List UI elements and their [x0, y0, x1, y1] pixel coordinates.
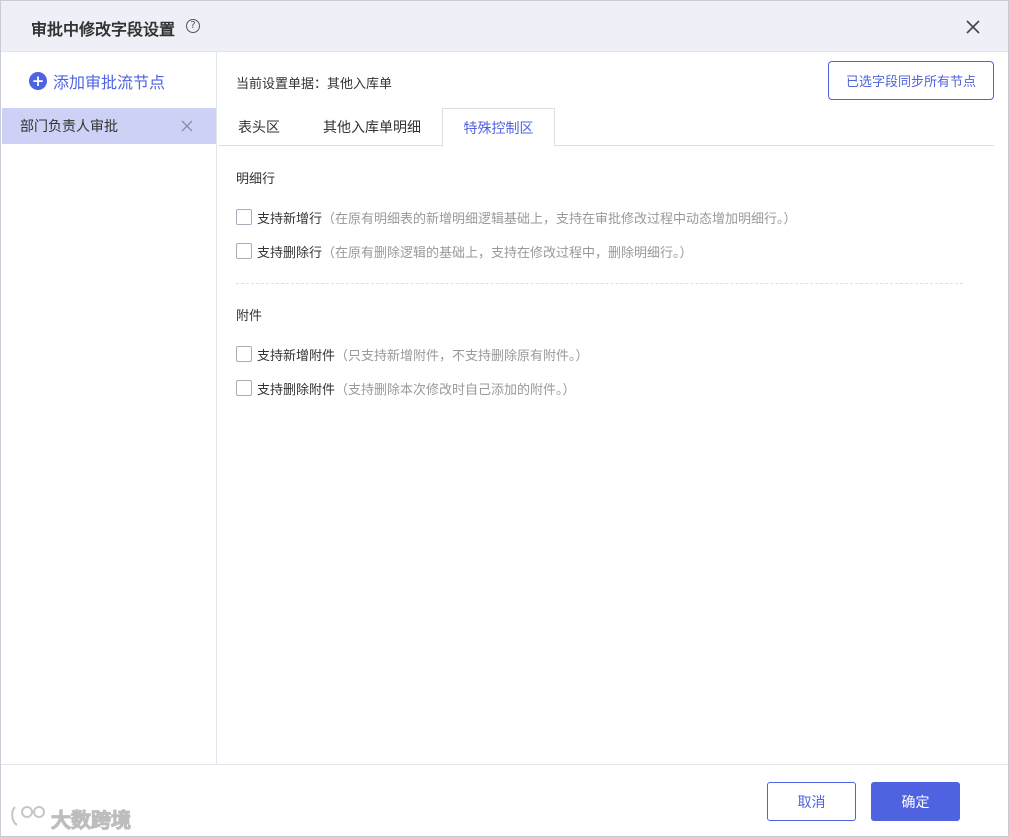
- tab-special-control[interactable]: 特殊控制区: [442, 108, 555, 147]
- option-label[interactable]: 支持删除行: [257, 242, 322, 261]
- sync-all-nodes-button[interactable]: 已选字段同步所有节点: [828, 61, 994, 100]
- option-add-row[interactable]: 支持新增行 （在原有明细表的新增明细逻辑基础上，支持在审批修改过程中动态增加明细…: [236, 208, 797, 227]
- watermark: 大数跨境: [9, 803, 132, 833]
- option-label[interactable]: 支持新增行: [257, 208, 322, 227]
- tab-header-area[interactable]: 表头区: [226, 108, 292, 146]
- checkbox[interactable]: [236, 243, 252, 259]
- dialog-footer: 取消 确定: [1, 764, 1008, 836]
- section-divider: [236, 283, 963, 284]
- main-panel: 当前设置单据：其他入库单 已选字段同步所有节点 表头区 其他入库单明细 特殊控制…: [218, 52, 1008, 764]
- checkbox[interactable]: [236, 346, 252, 362]
- logo-icon: [9, 803, 47, 833]
- add-node-label: 添加审批流节点: [53, 73, 166, 92]
- sidebar-node-item[interactable]: 部门负责人审批: [2, 108, 216, 144]
- option-delete-attachment[interactable]: 支持删除附件 （支持删除本次修改时自己添加的附件。）: [236, 379, 576, 398]
- plus-circle-icon: +: [29, 72, 47, 90]
- current-doc-label: 当前设置单据：其他入库单: [236, 77, 393, 92]
- tab-detail[interactable]: 其他入库单明细: [306, 108, 438, 146]
- confirm-button[interactable]: 确定: [871, 782, 960, 821]
- option-hint: （只支持新增附件，不支持删除原有附件。）: [335, 348, 589, 364]
- option-label[interactable]: 支持新增附件: [257, 345, 335, 364]
- add-node-button[interactable]: + 添加审批流节点: [29, 70, 165, 92]
- option-delete-row[interactable]: 支持删除行 （在原有删除逻辑的基础上，支持在修改过程中，删除明细行。）: [236, 242, 693, 261]
- option-label[interactable]: 支持删除附件: [257, 379, 335, 398]
- tab-bar: 表头区 其他入库单明细 特殊控制区: [218, 108, 994, 147]
- close-icon[interactable]: [963, 17, 983, 37]
- dialog: 审批中修改字段设置 ? + 添加审批流节点 部门负责人审批 当前设置单据：其他入…: [0, 0, 1009, 837]
- section-title-detail-rows: 明细行: [236, 172, 276, 187]
- option-add-attachment[interactable]: 支持新增附件 （只支持新增附件，不支持删除原有附件。）: [236, 345, 589, 364]
- option-hint: （在原有删除逻辑的基础上，支持在修改过程中，删除明细行。）: [322, 245, 693, 261]
- dialog-title: 审批中修改字段设置: [31, 20, 176, 39]
- option-hint: （支持删除本次修改时自己添加的附件。）: [335, 382, 576, 398]
- dialog-header: 审批中修改字段设置 ?: [1, 1, 1008, 52]
- cancel-button[interactable]: 取消: [767, 782, 856, 821]
- option-hint: （在原有明细表的新增明细逻辑基础上，支持在审批修改过程中动态增加明细行。）: [322, 211, 797, 227]
- checkbox[interactable]: [236, 380, 252, 396]
- watermark-text: 大数跨境: [51, 807, 132, 832]
- sidebar: + 添加审批流节点 部门负责人审批: [1, 52, 217, 764]
- checkbox[interactable]: [236, 209, 252, 225]
- node-label: 部门负责人审批: [20, 119, 118, 135]
- section-title-attachments: 附件: [236, 309, 263, 324]
- question-circle-icon[interactable]: ?: [186, 19, 200, 33]
- close-icon[interactable]: [180, 118, 194, 132]
